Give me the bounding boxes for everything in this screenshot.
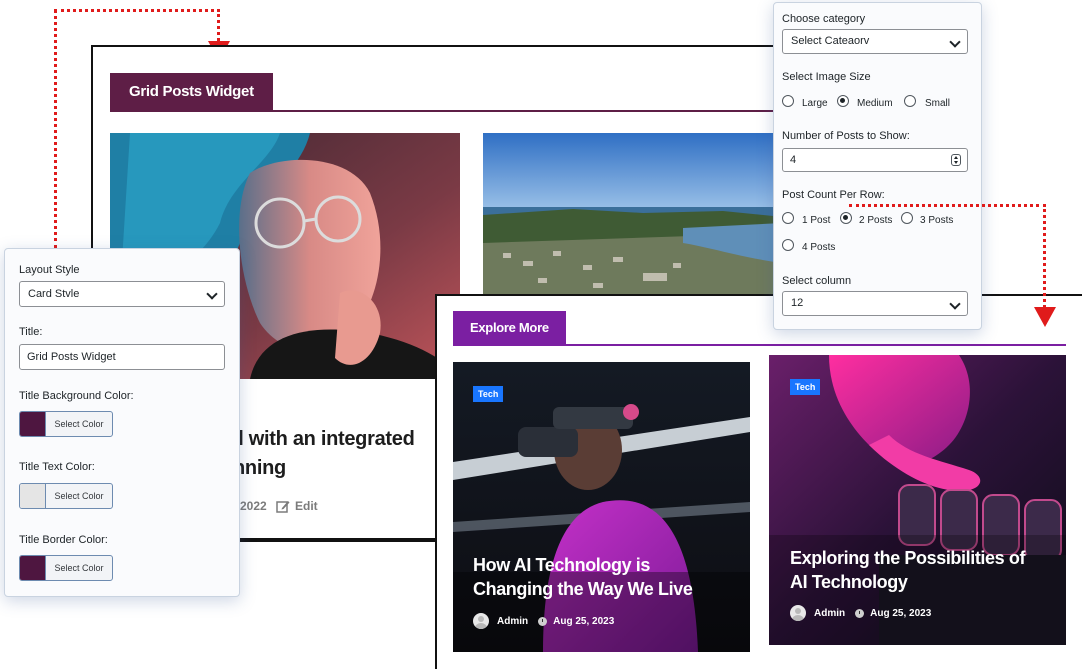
edit-icon [276,500,290,513]
tech-tag[interactable]: Tech [790,379,821,395]
layout-style-label: Layout Style [19,264,80,276]
radio-4-posts[interactable] [782,239,794,251]
chevron-down-icon [206,288,218,300]
tech-tag[interactable]: Tech [473,386,504,402]
connector-arrow-right-icon [1034,307,1056,327]
radio-small-label: Small [925,98,951,109]
explore-more-preview: Explore More Tech How AI Technology is C… [435,294,1082,669]
column-select[interactable]: 12 [782,291,968,316]
post-meta: Admin Aug 25, 2023 [790,605,931,621]
title-text-swatch [20,484,46,508]
per-row-label: Post Count Per Row: [782,189,885,201]
post-title-line1[interactable]: Exploring the Possibilities of [790,546,1025,570]
layout-settings-panel: Layout Style Card Stvle Title: Grid Post… [4,248,240,597]
clock-icon [855,608,865,618]
select-color-label: Select Color [54,563,104,573]
post-image-coastline[interactable] [483,133,783,297]
grid-title-border [110,110,790,112]
layout-style-select[interactable]: Card Stvle [19,281,225,307]
edit-link[interactable]: Edit [276,499,318,513]
category-select[interactable]: Select Cateaorv [782,29,968,54]
post-author[interactable]: Admin [497,616,528,627]
select-color-label: Select Color [54,491,104,501]
radio-1-post[interactable] [782,212,794,224]
post-date: Aug 25, 2023 [553,615,615,627]
chevron-down-icon [949,298,961,310]
post-card-robot[interactable]: Tech Exploring the Possibilities of AI T… [769,355,1066,645]
post-title-line2[interactable]: Changing the Way We Live [473,577,693,601]
title-border-color-button[interactable]: Select Color [19,555,113,581]
column-label: Select column [782,275,852,287]
title-input[interactable]: Grid Posts Widget [19,344,225,370]
clock-icon [538,616,548,626]
column-value: 12 [791,297,804,309]
grid-post-title-line2[interactable]: nning [233,454,286,482]
grid-post-title-line1[interactable]: ll with an integrated [233,425,415,453]
title-bg-swatch [20,412,46,436]
post-date: Aug 25, 2023 [870,607,932,619]
radio-large-label: Large [802,98,828,109]
radio-large[interactable] [782,95,794,107]
posts-count-input[interactable]: 4 [782,148,968,172]
radio-2-posts-label: 2 Posts [859,215,893,226]
grid-post-date: 2022 [240,499,267,513]
radio-1-post-label: 1 Post [802,215,831,226]
image-size-label: Select Image Size [782,71,871,83]
title-border-swatch [20,556,46,580]
post-card-vr[interactable]: Tech How AI Technology is Changing the W… [453,362,750,652]
select-color-label: Select Color [54,419,104,429]
radio-medium[interactable] [837,95,849,107]
title-border-color-label: Title Border Color: [19,534,108,546]
category-value: Select Cateaorv [791,35,870,47]
connector-line-right-down [1043,204,1046,308]
radio-3-posts-label: 3 Posts [920,215,954,226]
explore-widget-title: Explore More [453,311,566,345]
grid-widget-title: Grid Posts Widget [110,73,273,111]
post-title-line1[interactable]: How AI Technology is [473,553,650,577]
title-text-color-button[interactable]: Select Color [19,483,113,509]
query-settings-panel: Choose category Select Cateaorv Select I… [773,2,982,330]
post-title-line2[interactable]: AI Technology [790,570,908,594]
connector-line-right [849,204,1046,207]
layout-style-value: Card Stvle [28,288,80,300]
radio-3-posts[interactable] [901,212,913,224]
post-author[interactable]: Admin [814,608,845,619]
avatar [790,605,806,621]
radio-4-posts-label: 4 Posts [802,242,836,253]
radio-2-posts[interactable] [840,212,852,224]
explore-title-border [453,344,1066,346]
title-bg-color-label: Title Background Color: [19,390,134,402]
title-label: Title: [19,326,43,338]
title-text-color-label: Title Text Color: [19,461,95,473]
chevron-down-icon [949,36,961,48]
connector-line-top-left [54,9,57,249]
radio-medium-label: Medium [857,98,893,109]
connector-line-top-right [217,9,220,41]
avatar [473,613,489,629]
category-label: Choose category [782,13,866,25]
posts-count-value: 4 [790,154,797,166]
connector-line-top [54,9,220,12]
post-meta: Admin Aug 25, 2023 [473,613,614,629]
posts-count-label: Number of Posts to Show: [782,130,910,142]
radio-small[interactable] [904,95,916,107]
title-bg-color-button[interactable]: Select Color [19,411,113,437]
stepper-icon[interactable] [951,154,961,166]
edit-label: Edit [295,499,318,513]
